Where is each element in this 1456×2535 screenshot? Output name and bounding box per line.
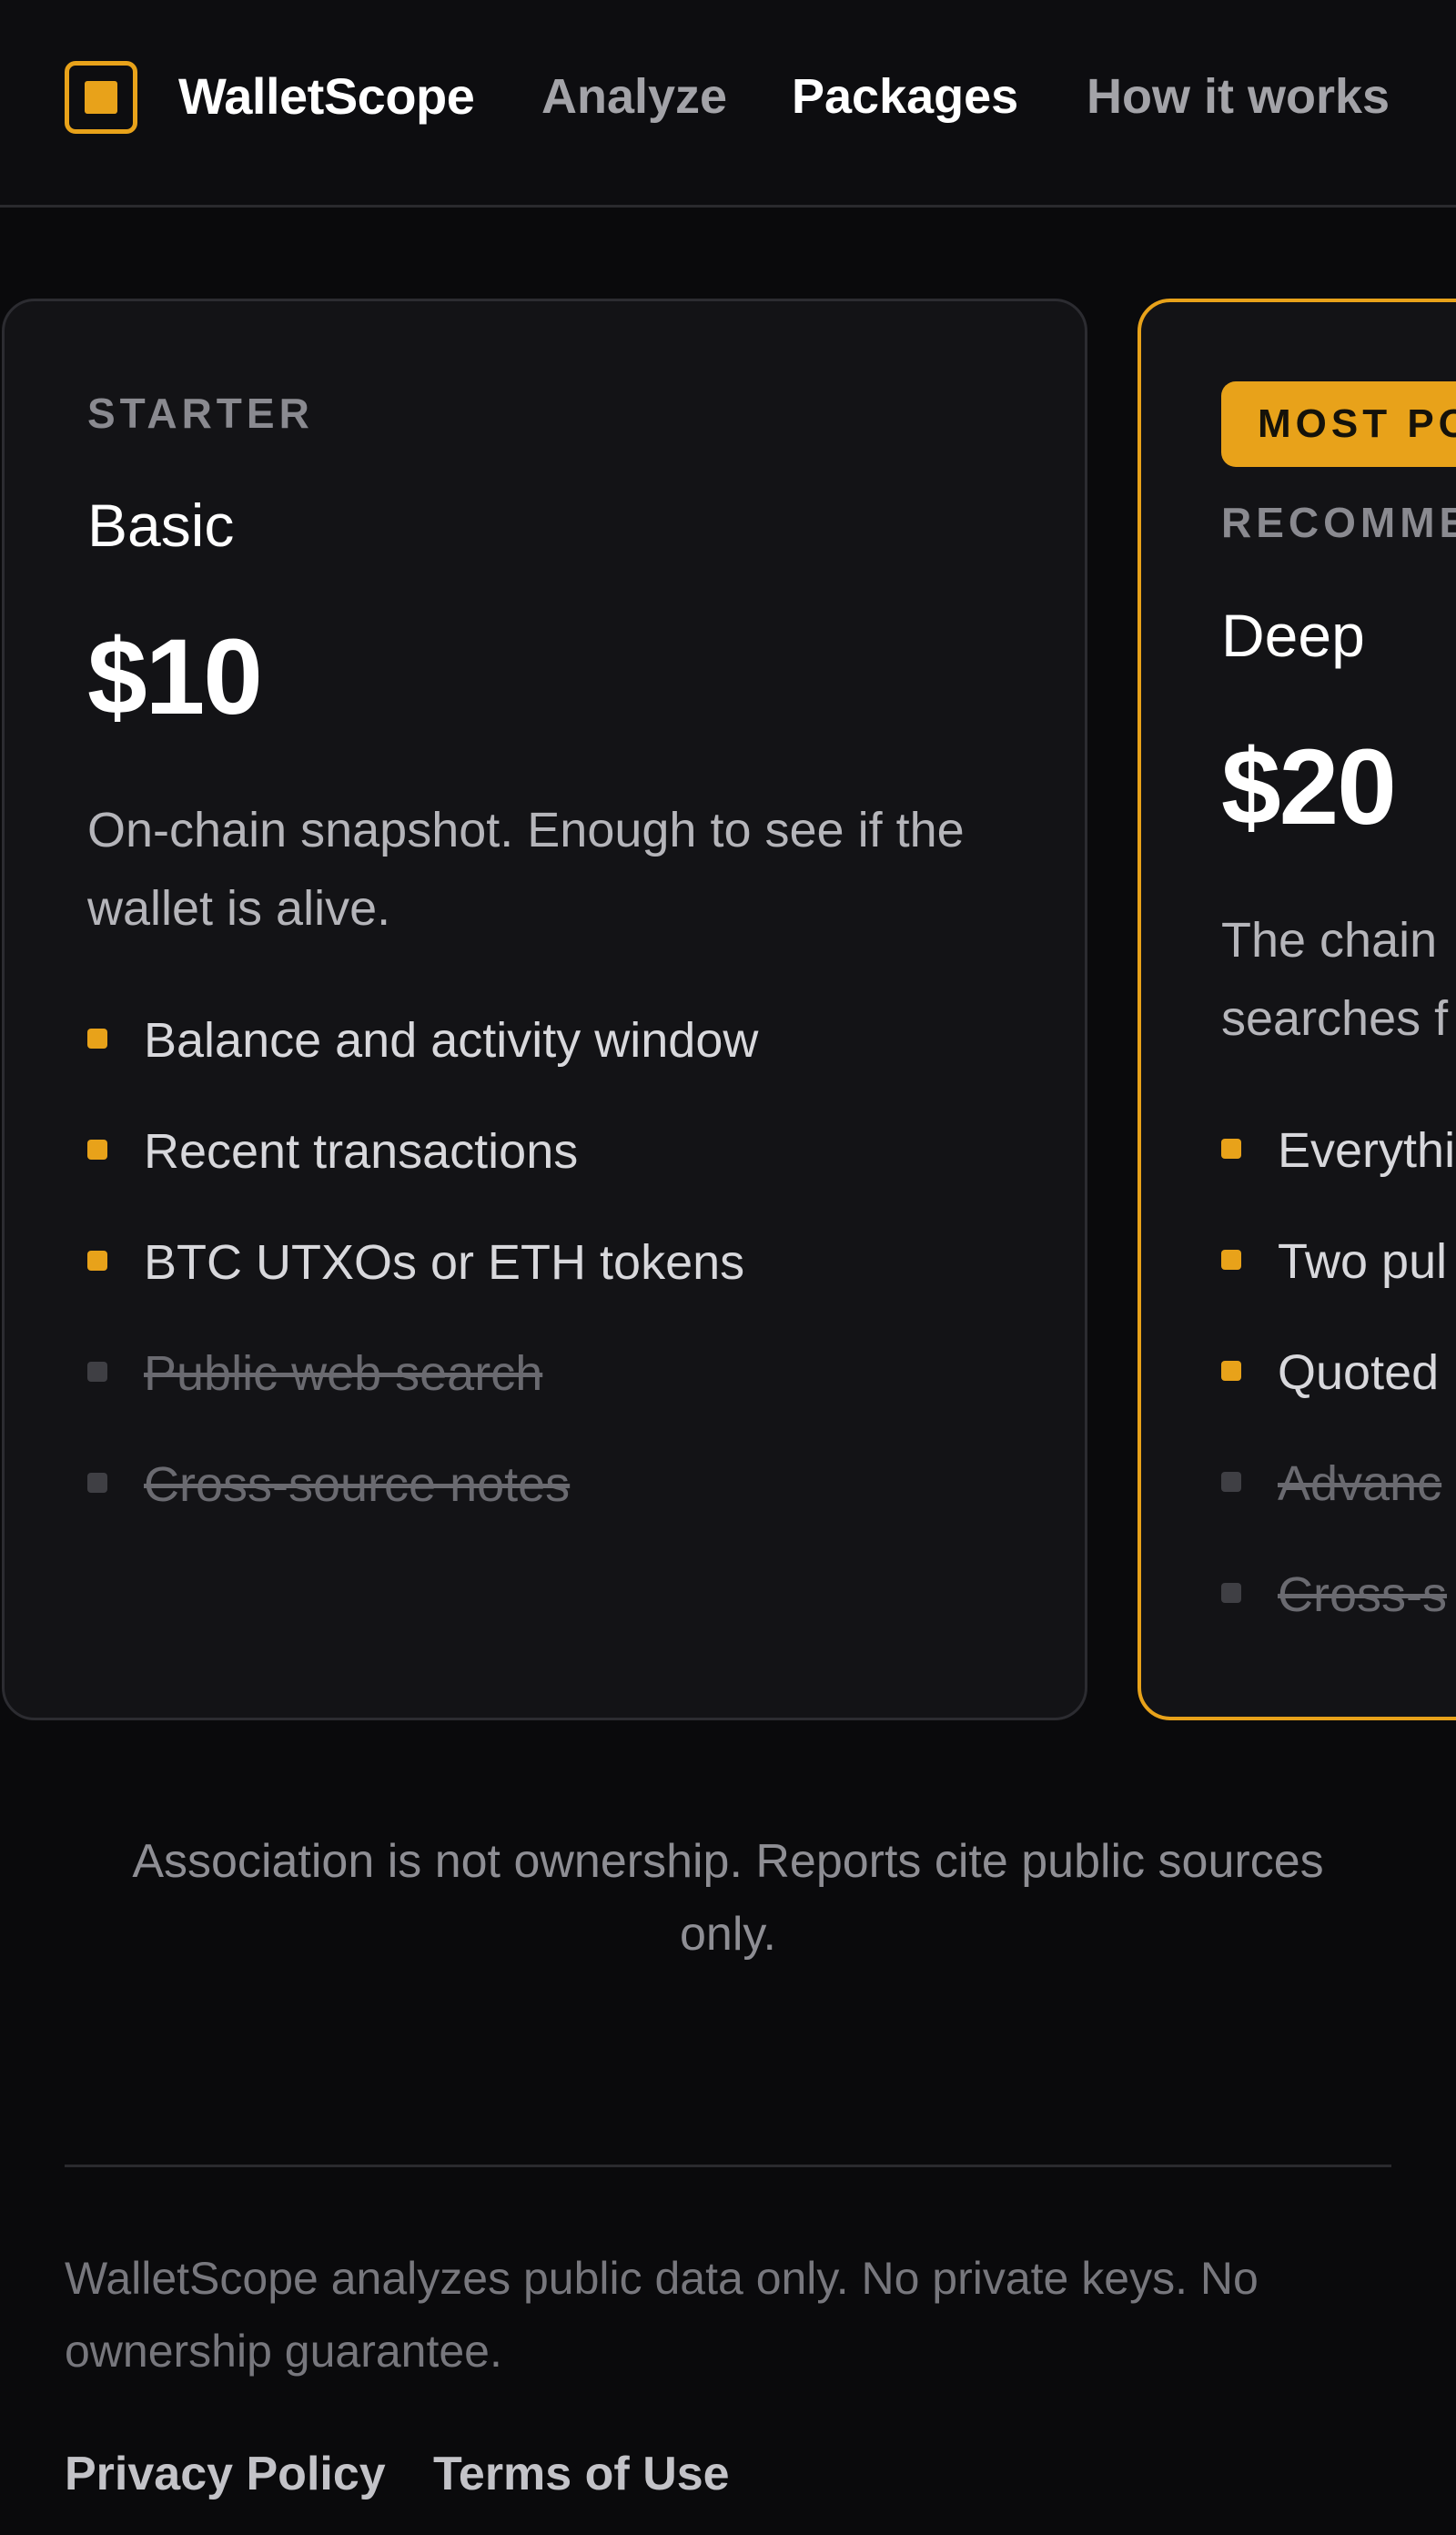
bullet-icon: [87, 1140, 107, 1160]
feature-text: BTC UTXOs or ETH tokens: [144, 1235, 745, 1290]
nav-analyze[interactable]: Analyze: [541, 60, 727, 133]
feature-item-excluded: Cross-source notes: [87, 1453, 1043, 1564]
plan-feature-list: Balance and activity window Recent trans…: [87, 1009, 1043, 1564]
feature-text: Recent transactions: [144, 1124, 579, 1179]
nav-packages[interactable]: Packages: [792, 60, 1018, 133]
feature-item: Recent transactions: [87, 1120, 1043, 1231]
square-logo-icon[interactable]: [65, 61, 137, 134]
bullet-icon: [1221, 1472, 1241, 1492]
feature-item: Two pul: [1221, 1230, 1456, 1341]
bullet-icon: [87, 1473, 107, 1493]
footer-divider: [65, 2165, 1391, 2167]
feature-text: Cross-s: [1278, 1567, 1447, 1622]
plan-card-deep[interactable]: RECOMME Deep $20 The chain searches f Ev…: [1138, 299, 1456, 1720]
plan-description-line: searches f: [1221, 991, 1449, 1046]
footer-disclaimer: WalletScope analyzes public data only. N…: [65, 2253, 1259, 2377]
plan-tier-label: RECOMME: [1221, 499, 1456, 546]
plan-feature-list: Everythi Two pul Quoted Advanc Cross-s: [1221, 1119, 1456, 1674]
bullet-icon: [1221, 1583, 1241, 1603]
page: WalletScope Analyze Packages How it work…: [0, 0, 1456, 2535]
plan-price: $20: [1221, 727, 1397, 847]
feature-text: Quoted: [1278, 1345, 1440, 1400]
feature-text: Advanc: [1278, 1456, 1442, 1511]
feature-item-excluded: Cross-s: [1221, 1563, 1456, 1674]
bullet-icon: [1221, 1250, 1241, 1270]
plan-description: The chain searches f: [1221, 901, 1448, 1058]
plan-name: Deep: [1221, 602, 1365, 669]
feature-text: Two pul: [1278, 1234, 1448, 1289]
feature-text: Balance and activity window: [144, 1013, 759, 1068]
brand-name[interactable]: WalletScope: [178, 60, 475, 133]
plan-name: Basic: [87, 492, 235, 559]
feature-text: Cross-source notes: [144, 1457, 571, 1512]
plan-tier-label: STARTER: [87, 390, 314, 437]
ownership-note: Association is not ownership. Reports ci…: [132, 1835, 1324, 1961]
feature-item-excluded: Public web search: [87, 1342, 1043, 1453]
feature-item: Balance and activity window: [87, 1009, 1043, 1120]
plan-price: $10: [87, 617, 263, 737]
terms-of-use-link[interactable]: Terms of Use: [433, 2442, 730, 2506]
feature-item: BTC UTXOs or ETH tokens: [87, 1231, 1043, 1342]
plan-card-basic[interactable]: STARTER Basic $10 On-chain snapshot. Eno…: [2, 299, 1087, 1720]
feature-text: Public web search: [144, 1346, 543, 1401]
privacy-policy-link[interactable]: Privacy Policy: [65, 2442, 386, 2506]
bullet-icon: [1221, 1139, 1241, 1159]
plan-description-line: The chain: [1221, 913, 1438, 968]
feature-item-excluded: Advanc: [1221, 1452, 1456, 1563]
plan-description: On-chain snapshot. Enough to see if the …: [87, 803, 965, 936]
bullet-icon: [87, 1251, 107, 1271]
feature-text: Everythi: [1278, 1123, 1456, 1178]
top-nav-bar: WalletScope Analyze Packages How it work…: [0, 0, 1456, 208]
bullet-icon: [87, 1362, 107, 1382]
feature-item: Quoted: [1221, 1341, 1456, 1452]
bullet-icon: [87, 1029, 107, 1049]
bullet-icon: [1221, 1361, 1241, 1381]
nav-how-it-works[interactable]: How it works: [1087, 60, 1390, 133]
logo-inner-square: [85, 81, 117, 114]
most-popular-badge: MOST PO: [1221, 381, 1456, 467]
feature-item: Everythi: [1221, 1119, 1456, 1230]
